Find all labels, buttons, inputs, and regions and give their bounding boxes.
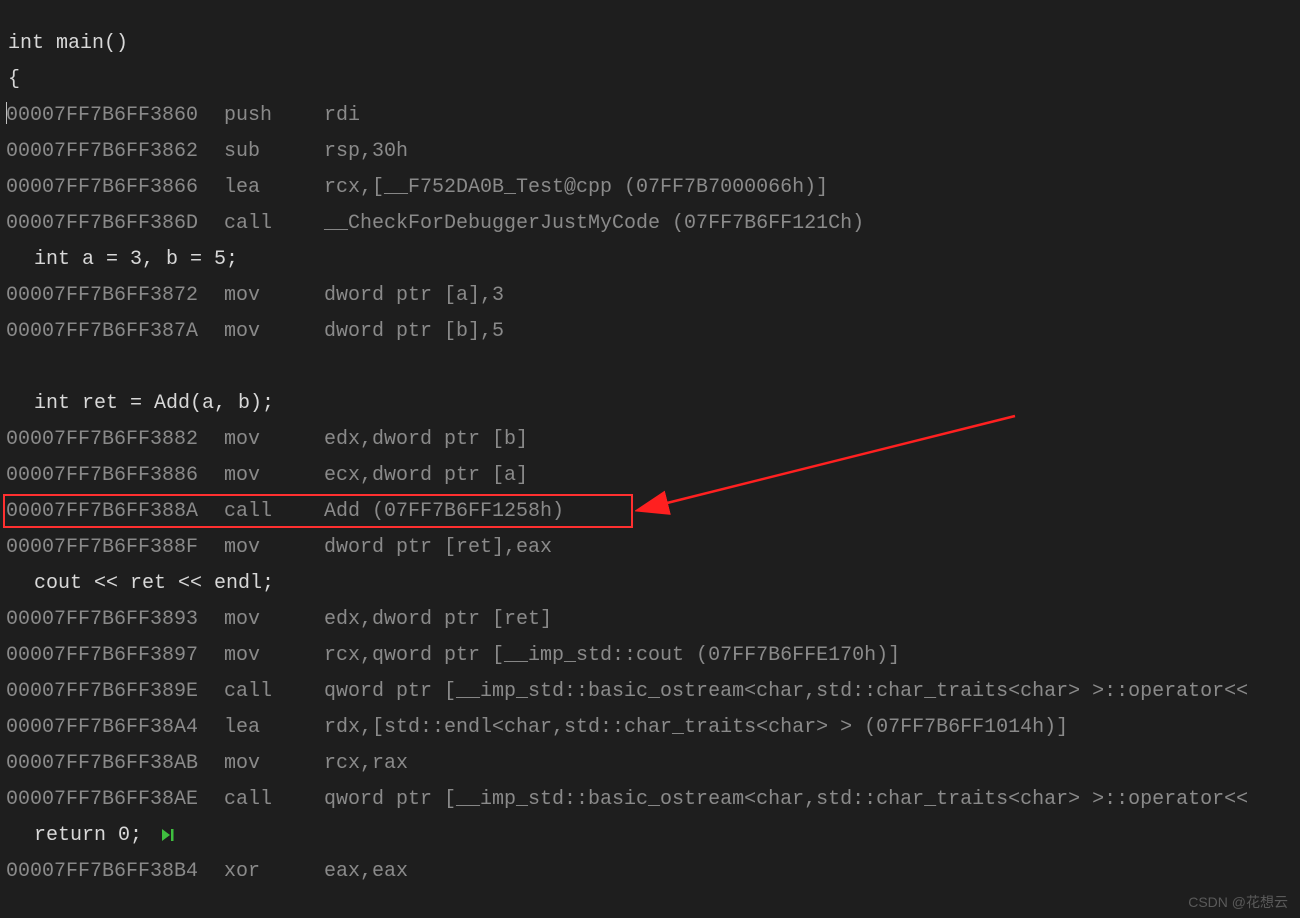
asm-operands: dword ptr [ret],eax [324,536,552,559]
asm-address: 00007FF7B6FF3886 [6,458,224,494]
blank-line [6,350,1300,386]
asm-operands: rdi [324,104,360,127]
asm-address: 00007FF7B6FF3866 [6,170,224,206]
source-line: int a = 3, b = 5; [6,242,1300,278]
asm-operands: qword ptr [__imp_std::basic_ostream<char… [324,680,1248,703]
asm-operands: qword ptr [__imp_std::basic_ostream<char… [324,788,1248,811]
asm-operands: rsp,30h [324,140,408,163]
next-statement-icon[interactable] [160,827,176,843]
asm-address: 00007FF7B6FF3862 [6,134,224,170]
asm-mnemonic: call [224,206,324,242]
asm-mnemonic: mov [224,746,324,782]
asm-address: 00007FF7B6FF3872 [6,278,224,314]
asm-operands: __CheckForDebuggerJustMyCode (07FF7B6FF1… [324,212,864,235]
asm-row[interactable]: 00007FF7B6FF3882movedx,dword ptr [b] [6,422,1300,458]
asm-row[interactable]: 00007FF7B6FF3886movecx,dword ptr [a] [6,458,1300,494]
asm-address: 00007FF7B6FF3893 [6,602,224,638]
source-line: int main() [6,26,1300,62]
asm-operands: rcx,rax [324,752,408,775]
asm-mnemonic: call [224,674,324,710]
asm-address: 00007FF7B6FF388F [6,530,224,566]
asm-operands: rcx,qword ptr [__imp_std::cout (07FF7B6F… [324,644,900,667]
asm-row[interactable]: 00007FF7B6FF388Fmovdword ptr [ret],eax [6,530,1300,566]
asm-mnemonic: mov [224,278,324,314]
asm-row[interactable]: 00007FF7B6FF3897movrcx,qword ptr [__imp_… [6,638,1300,674]
asm-operands: dword ptr [b],5 [324,320,504,343]
asm-operands: edx,dword ptr [ret] [324,608,552,631]
source-text: return 0; [34,824,142,847]
source-line: int ret = Add(a, b); [6,386,1300,422]
asm-mnemonic: call [224,782,324,818]
asm-address: 00007FF7B6FF387A [6,314,224,350]
asm-address: 00007FF7B6FF38AE [6,782,224,818]
asm-address: 00007FF7B6FF386D [6,206,224,242]
text-cursor [6,102,7,124]
asm-address: 00007FF7B6FF3860 [6,98,224,134]
asm-mnemonic: mov [224,530,324,566]
asm-address: 00007FF7B6FF388A [6,494,224,530]
asm-row[interactable]: 00007FF7B6FF3860pushrdi [6,98,1300,134]
asm-row[interactable]: 00007FF7B6FF3893movedx,dword ptr [ret] [6,602,1300,638]
asm-mnemonic: mov [224,314,324,350]
asm-operands: rcx,[__F752DA0B_Test@cpp (07FF7B7000066h… [324,176,828,199]
asm-mnemonic: lea [224,710,324,746]
source-line: cout << ret << endl; [6,566,1300,602]
asm-mnemonic: lea [224,170,324,206]
asm-row[interactable]: 00007FF7B6FF386Dcall__CheckForDebuggerJu… [6,206,1300,242]
asm-row[interactable]: 00007FF7B6FF387Amovdword ptr [b],5 [6,314,1300,350]
asm-row[interactable]: 00007FF7B6FF3866learcx,[__F752DA0B_Test@… [6,170,1300,206]
asm-mnemonic: xor [224,854,324,890]
disassembly-view: int main() { 00007FF7B6FF3860pushrdi 000… [0,0,1300,890]
asm-row[interactable]: 00007FF7B6FF389Ecallqword ptr [__imp_std… [6,674,1300,710]
asm-operands: rdx,[std::endl<char,std::char_traits<cha… [324,716,1068,739]
asm-mnemonic: mov [224,422,324,458]
asm-row[interactable]: 00007FF7B6FF38AEcallqword ptr [__imp_std… [6,782,1300,818]
asm-row[interactable]: 00007FF7B6FF3872movdword ptr [a],3 [6,278,1300,314]
asm-address: 00007FF7B6FF3882 [6,422,224,458]
asm-row[interactable]: 00007FF7B6FF3862subrsp,30h [6,134,1300,170]
source-line: { [6,62,1300,98]
watermark-text: CSDN @花想云 [1188,892,1288,912]
asm-row[interactable]: 00007FF7B6FF38A4leardx,[std::endl<char,s… [6,710,1300,746]
asm-mnemonic: sub [224,134,324,170]
asm-address: 00007FF7B6FF38AB [6,746,224,782]
asm-operands: edx,dword ptr [b] [324,428,528,451]
asm-address: 00007FF7B6FF38A4 [6,710,224,746]
asm-row[interactable]: 00007FF7B6FF38ABmovrcx,rax [6,746,1300,782]
asm-address: 00007FF7B6FF38B4 [6,854,224,890]
asm-row[interactable]: 00007FF7B6FF38B4xoreax,eax [6,854,1300,890]
asm-mnemonic: call [224,494,324,530]
asm-operands: ecx,dword ptr [a] [324,464,528,487]
asm-mnemonic: mov [224,458,324,494]
asm-mnemonic: mov [224,602,324,638]
asm-address: 00007FF7B6FF3897 [6,638,224,674]
asm-row-highlighted[interactable]: 00007FF7B6FF388AcallAdd (07FF7B6FF1258h) [6,494,1300,530]
asm-address: 00007FF7B6FF389E [6,674,224,710]
source-line: return 0; [6,818,1300,854]
asm-operands: eax,eax [324,860,408,883]
asm-operands: Add (07FF7B6FF1258h) [324,500,564,523]
asm-mnemonic: mov [224,638,324,674]
asm-mnemonic: push [224,98,324,134]
asm-operands: dword ptr [a],3 [324,284,504,307]
